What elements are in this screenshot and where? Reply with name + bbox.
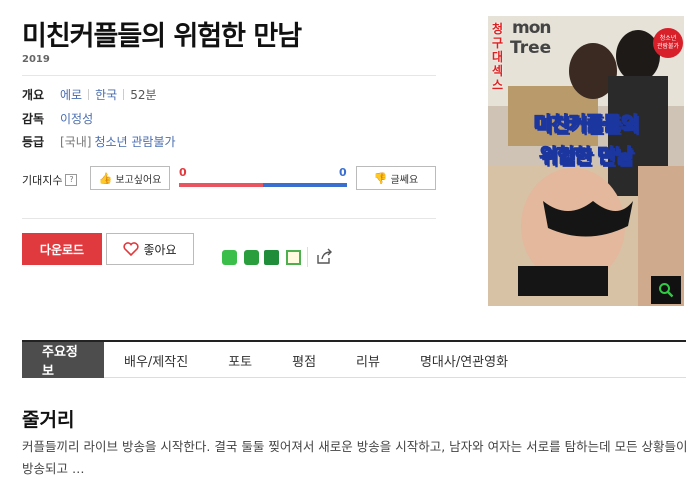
- band-share-icon[interactable]: [222, 250, 237, 265]
- bookmark-share-icon[interactable]: [264, 250, 279, 265]
- like-button[interactable]: 좋아요: [106, 233, 194, 265]
- heart-icon: [123, 242, 140, 256]
- download-button[interactable]: 다운로드: [22, 233, 102, 265]
- thumbs-down-icon: 👎: [373, 171, 388, 185]
- genre-link[interactable]: 에로: [60, 86, 82, 103]
- dont-bar: [263, 183, 347, 187]
- separator: [123, 89, 125, 100]
- release-year: 2019: [22, 54, 50, 65]
- synopsis-heading: 줄거리: [22, 409, 75, 431]
- rating-row: 등급 [국내] 청소년 관람불가: [22, 133, 176, 150]
- want-bar: [179, 183, 263, 187]
- age-rating-badge: 청소년 관람불가: [653, 28, 683, 58]
- poster-bg-text: mon: [512, 18, 551, 38]
- want-to-see-button[interactable]: 👍 보고싶어요: [90, 166, 170, 190]
- tab-photos[interactable]: 포토: [208, 342, 272, 378]
- search-icon: [659, 283, 674, 298]
- want-count: 0: [179, 166, 187, 179]
- overview-label: 개요: [22, 88, 45, 102]
- poster-vertical-text: 청구대섹스: [492, 22, 504, 92]
- tab-main-info[interactable]: 주요정보: [22, 342, 104, 379]
- rating-label: 등급: [22, 135, 45, 149]
- dont-count: 0: [339, 166, 347, 179]
- zoom-button[interactable]: [651, 276, 681, 304]
- tab-cast-crew[interactable]: 배우/제작진: [104, 342, 208, 378]
- badge-line: 청소년: [659, 35, 677, 42]
- director-link[interactable]: 이정성: [60, 110, 93, 127]
- dont-label: 글쎄요: [390, 174, 419, 186]
- divider: [307, 247, 308, 267]
- rating-prefix: [국내]: [60, 135, 92, 149]
- badge-line: 관람불가: [656, 43, 680, 50]
- blog-share-icon[interactable]: [286, 250, 301, 265]
- tab-reviews[interactable]: 리뷰: [336, 342, 400, 378]
- country-link[interactable]: 한국: [95, 86, 117, 103]
- share-icon[interactable]: [316, 248, 333, 265]
- rating-link[interactable]: 청소년 관람불가: [94, 133, 175, 150]
- expect-label: 기대지수: [22, 174, 63, 187]
- poster-title-line2: 위험한 만남: [539, 144, 634, 169]
- tab-quotes-related[interactable]: 명대사/연관영화: [400, 342, 528, 378]
- not-sure-button[interactable]: 👎 글쎄요: [356, 166, 436, 190]
- tab-ratings[interactable]: 평점: [272, 342, 336, 378]
- help-icon[interactable]: ?: [65, 174, 78, 186]
- movie-poster[interactable]: mon Tree 청구대섹스 청소년 관람불가 미친커플들의 위험한 만남: [488, 16, 684, 306]
- director-row: 감독 이정성: [22, 110, 93, 127]
- poster-bg-text: Tree: [510, 38, 552, 58]
- synopsis-text: 커플들끼리 라이브 방송을 시작한다. 결국 둘둘 찢어져서 새로운 방송을 시…: [22, 439, 688, 476]
- naver-share-icon[interactable]: [244, 250, 259, 265]
- want-label: 보고싶어요: [115, 174, 162, 186]
- divider: [22, 218, 436, 219]
- overview-row: 개요 에로 한국 52분: [22, 86, 157, 103]
- poster-title-line1: 미친커플들의: [533, 112, 639, 137]
- separator: [88, 89, 90, 100]
- tab-bar: 주요정보 배우/제작진 포토 평점 리뷰 명대사/연관영화: [22, 340, 686, 379]
- runtime: 52분: [130, 88, 157, 102]
- divider: [22, 75, 436, 76]
- thumbs-up-icon: 👍: [98, 171, 113, 185]
- movie-title: 미친커플들의 위험한 만남: [22, 21, 302, 52]
- expect-row-label: 기대지수 ?: [22, 172, 78, 188]
- like-label: 좋아요: [143, 242, 177, 257]
- director-label: 감독: [22, 112, 45, 126]
